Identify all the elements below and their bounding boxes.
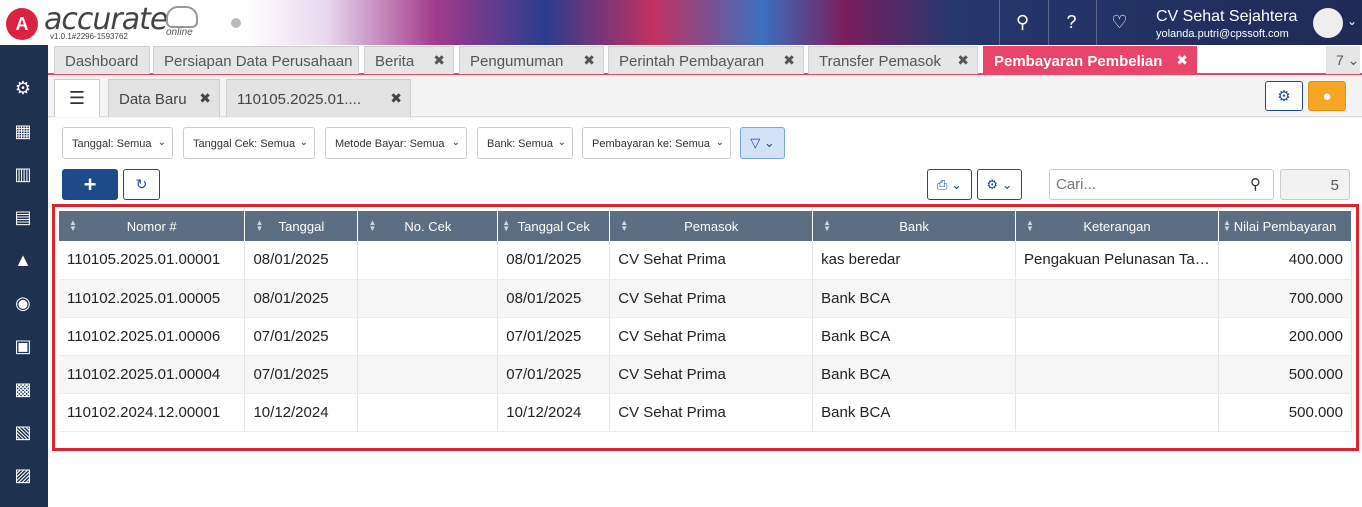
cash-register-icon[interactable]: ▦ [8, 116, 38, 146]
filter-tanggal[interactable]: Tanggal: Semua ⌄ [62, 127, 173, 159]
table-row[interactable]: 110102.2025.01.00005 08/01/2025 08/01/2025… [59, 279, 1352, 318]
book-icon[interactable]: ▤ [8, 202, 38, 232]
bell-icon[interactable]: ♡ [1096, 0, 1142, 45]
sort-icon: ▲ ▼ [1026, 218, 1034, 233]
tab-pembayaran-pembelian[interactable]: Pembayaran Pembelian ✖ [983, 46, 1197, 74]
sort-icon: ▲ ▼ [620, 218, 629, 233]
filter-bank[interactable]: Bank: Semua ⌄ [477, 127, 573, 159]
building-icon[interactable]: ▥ [8, 159, 38, 189]
sidebar: ⚙ ▦ ▥ ▤ ▲ ◉ ▣ ▩ ▧ ▨ [0, 45, 48, 507]
filter-pembayaran-ke[interactable]: Pembayaran ke: Semua ⌄ [582, 127, 731, 159]
chevron-down-icon: ⌄ [715, 137, 724, 148]
tab-bar: Dashboard Persiapan Data Perusahaan Beri… [48, 45, 1362, 75]
sort-icon: ▲ ▼ [255, 218, 264, 233]
sort-icon: ▲ ▼ [69, 218, 77, 233]
cloud-icon [166, 6, 198, 28]
lightbulb-button[interactable]: ● [1308, 81, 1346, 111]
close-icon[interactable]: ✖ [957, 52, 969, 69]
sort-icon: ▲ ▼ [368, 218, 377, 233]
filter-funnel-button[interactable]: ▽ ⌄ [740, 127, 785, 159]
cart-box-icon[interactable]: ▩ [8, 374, 38, 404]
avatar[interactable] [1313, 8, 1343, 38]
close-icon[interactable]: ✖ [199, 90, 211, 107]
subtab-data-baru[interactable]: Data Baru ✖ [108, 79, 220, 117]
sort-icon: ▲ ▼ [823, 218, 832, 233]
chevron-down-icon: ⌄ [299, 137, 308, 148]
list-panel: Tanggal: Semua ⌄ Tanggal Cek: Semua ⌄ Meto… [48, 118, 1362, 507]
table-row[interactable]: 110105.2025.01.00001 08/01/2025 08/01/2025… [59, 241, 1352, 280]
column-header-nilai[interactable]: ▲ ▼ Nilai Pembayaran [1218, 211, 1352, 241]
column-header-keterangan[interactable]: ▲ ▼ Keterangan [1015, 211, 1220, 241]
list-icon[interactable]: ☰ [54, 79, 100, 117]
filter-metode-bayar[interactable]: Metode Bayar: Semua ⌄ [325, 127, 467, 159]
column-settings-button[interactable]: ⚙ ⌄ [977, 169, 1022, 200]
chevron-down-icon[interactable]: ⌄ [1347, 14, 1357, 28]
add-button[interactable]: + [62, 169, 118, 200]
tab-transfer-pemasok[interactable]: Transfer Pemasok ✖ [808, 46, 978, 74]
status-dot [231, 18, 241, 28]
settings-button[interactable]: ⚙ [1265, 81, 1303, 111]
close-icon[interactable]: ✖ [1176, 52, 1188, 69]
cart-icon[interactable]: ▣ [8, 331, 38, 361]
close-icon[interactable]: ✖ [583, 52, 595, 69]
close-icon[interactable]: ✖ [390, 90, 402, 107]
tab-persiapan-data[interactable]: Persiapan Data Perusahaan [153, 46, 359, 74]
user-email: yolanda.putri@cpssoft.com [1156, 28, 1289, 40]
column-header-no-cek[interactable]: ▲ ▼ No. Cek [357, 211, 499, 241]
bank-icon[interactable]: ▲ [8, 245, 38, 275]
chevron-down-icon: ⌄ [557, 137, 566, 148]
tab-pengumuman[interactable]: Pengumuman ✖ [459, 46, 604, 74]
money-bag-icon[interactable]: ◉ [8, 288, 38, 318]
column-header-bank[interactable]: ▲ ▼ Bank [812, 211, 1017, 241]
top-bar: A accurate online v1.0.1#2296-1593762 ⚲ … [0, 0, 1362, 45]
accurate-logo-icon[interactable]: A [6, 8, 38, 40]
version-label: v1.0.1#2296-1593762 [50, 32, 128, 41]
content-area: ☰ Data Baru ✖ 110105.2025.01.... ✖ ⚙ ● Tan… [48, 75, 1362, 507]
tabs-overflow[interactable]: 7 ⌄ [1326, 46, 1360, 74]
refresh-button[interactable]: ↻ [123, 169, 160, 200]
table-row[interactable]: 110102.2024.12.00001 10/12/2024 10/12/2024… [59, 393, 1352, 432]
close-icon[interactable]: ✖ [783, 52, 795, 69]
gear-icon[interactable]: ⚙ [8, 73, 38, 103]
warehouse-icon[interactable]: ▧ [8, 417, 38, 447]
help-icon[interactable]: ? [1048, 0, 1094, 45]
data-grid: ▲ ▼ Nomor # ▲ ▼ Tanggal ▲ ▼ No. Cek ▲ ▼ Tanggal … [52, 204, 1359, 451]
tab-dashboard[interactable]: Dashboard [54, 46, 150, 74]
table-row[interactable]: 110102.2025.01.00004 07/01/2025 07/01/2025… [59, 355, 1352, 394]
close-icon[interactable]: ✖ [433, 52, 445, 69]
column-header-tanggal-cek[interactable]: ▲ ▼ Tanggal Cek [497, 211, 611, 241]
chevron-down-icon: ⌄ [451, 137, 460, 148]
filter-tanggal-cek[interactable]: Tanggal Cek: Semua ⌄ [183, 127, 315, 159]
search-input[interactable] [1049, 169, 1274, 200]
column-header-tanggal[interactable]: ▲ ▼ Tanggal [244, 211, 359, 241]
search-icon[interactable]: ⚲ [999, 0, 1045, 45]
chevron-down-icon: ⌄ [157, 137, 166, 148]
print-button[interactable]: ⎙ ⌄ [927, 169, 972, 200]
brand-sub: online [166, 27, 193, 38]
record-count: 5 [1280, 169, 1350, 200]
subtab-record[interactable]: 110105.2025.01.... ✖ [226, 79, 411, 117]
column-header-nomor[interactable]: ▲ ▼ Nomor # [59, 211, 246, 241]
company-name[interactable]: CV Sehat Sejahtera [1156, 8, 1297, 26]
column-header-pemasok[interactable]: ▲ ▼ Pemasok [609, 211, 814, 241]
tab-berita[interactable]: Berita ✖ [364, 46, 454, 74]
subtab-bar: ☰ Data Baru ✖ 110105.2025.01.... ✖ ⚙ ● [48, 75, 1362, 117]
factory-icon[interactable]: ▨ [8, 460, 38, 490]
sort-icon: ▲ ▼ [502, 218, 511, 233]
table-row[interactable]: 110102.2025.01.00006 07/01/2025 07/01/2025… [59, 317, 1352, 356]
payment-table: ▲ ▼ Nomor # ▲ ▼ Tanggal ▲ ▼ No. Cek ▲ ▼ Tanggal … [59, 211, 1352, 432]
sort-icon: ▲ ▼ [1223, 218, 1231, 233]
search-icon[interactable]: ⚲ [1250, 175, 1261, 193]
tab-perintah-pembayaran[interactable]: Perintah Pembayaran ✖ [608, 46, 804, 74]
